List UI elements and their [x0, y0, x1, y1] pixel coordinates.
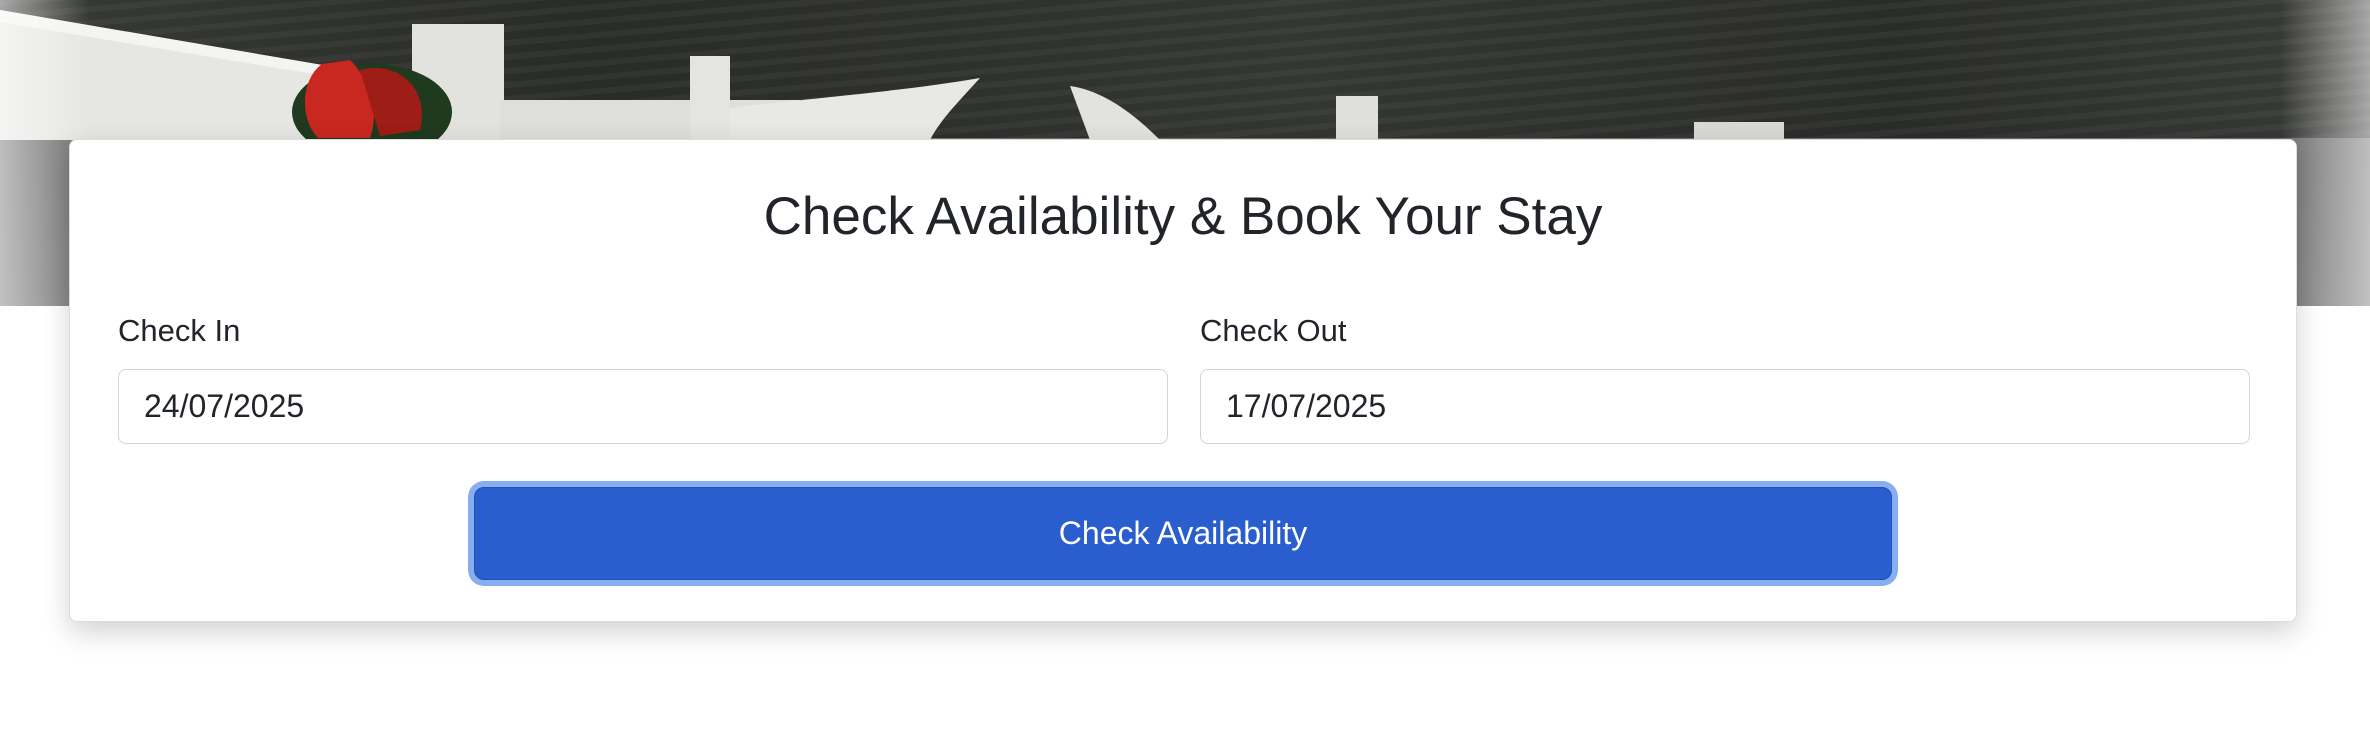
- check-availability-button[interactable]: Check Availability: [474, 487, 1892, 580]
- booking-title: Check Availability & Book Your Stay: [763, 187, 1603, 246]
- check-out-label: Check Out: [1200, 313, 1347, 348]
- check-in-label: Check In: [118, 313, 241, 348]
- check-out-date-input[interactable]: [1200, 369, 2250, 444]
- booking-card: Check Availability & Book Your Stay Chec…: [69, 139, 2297, 622]
- page: Check Availability & Book Your Stay Chec…: [0, 0, 2370, 748]
- check-in-date-input[interactable]: [118, 369, 1168, 444]
